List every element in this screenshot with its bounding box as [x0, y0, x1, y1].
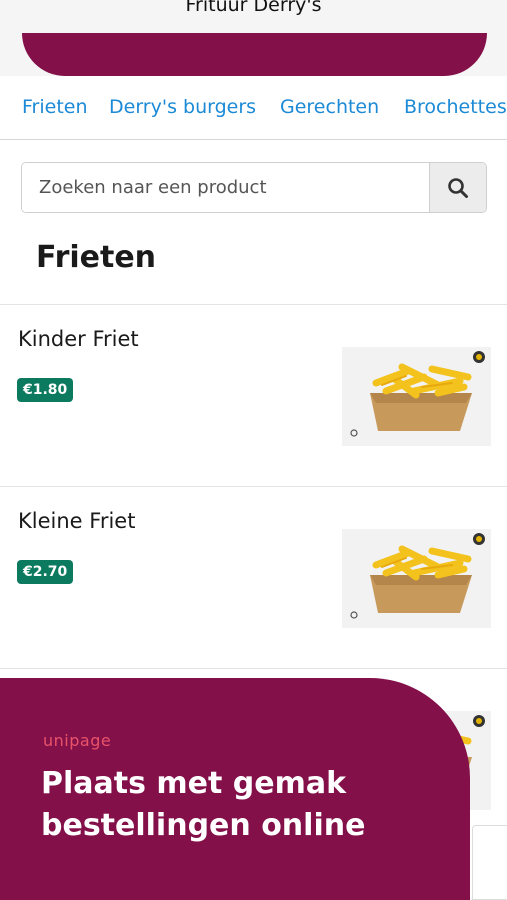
- section-title: Frieten: [36, 240, 157, 275]
- top-bar: Frituur Derry's: [0, 0, 507, 76]
- search-icon: [448, 177, 468, 198]
- site-title: Frituur Derry's: [185, 0, 322, 16]
- side-card: [472, 825, 507, 900]
- fries-image[interactable]: [342, 529, 491, 628]
- search-button[interactable]: [429, 163, 486, 212]
- product-name: Kleine Friet: [18, 509, 136, 533]
- category-tab-gerechten[interactable]: Gerechten: [280, 96, 379, 118]
- product-card[interactable]: Kleine Friet €2.70: [0, 486, 507, 668]
- price-badge: €2.70: [17, 560, 74, 584]
- promo-banner[interactable]: unipage Plaats met gemak bestellingen on…: [0, 678, 470, 900]
- product-name: Kinder Friet: [18, 327, 139, 351]
- search-bar: [21, 162, 487, 213]
- category-tab-brochettes[interactable]: Brochettes: [404, 96, 507, 118]
- category-tab-frieten[interactable]: Frieten: [22, 96, 88, 118]
- category-nav: Frieten Derry's burgers Gerechten Broche…: [0, 76, 507, 140]
- promo-headline: Plaats met gemak bestellingen online: [41, 766, 366, 843]
- header-banner: [22, 33, 487, 76]
- fries-image[interactable]: [342, 347, 491, 446]
- category-tab-burgers[interactable]: Derry's burgers: [109, 96, 256, 118]
- price-badge: €1.80: [17, 378, 74, 402]
- promo-brand-logo: unipage: [43, 731, 112, 750]
- product-card[interactable]: Kinder Friet €1.80: [0, 304, 507, 486]
- search-input[interactable]: [22, 163, 430, 212]
